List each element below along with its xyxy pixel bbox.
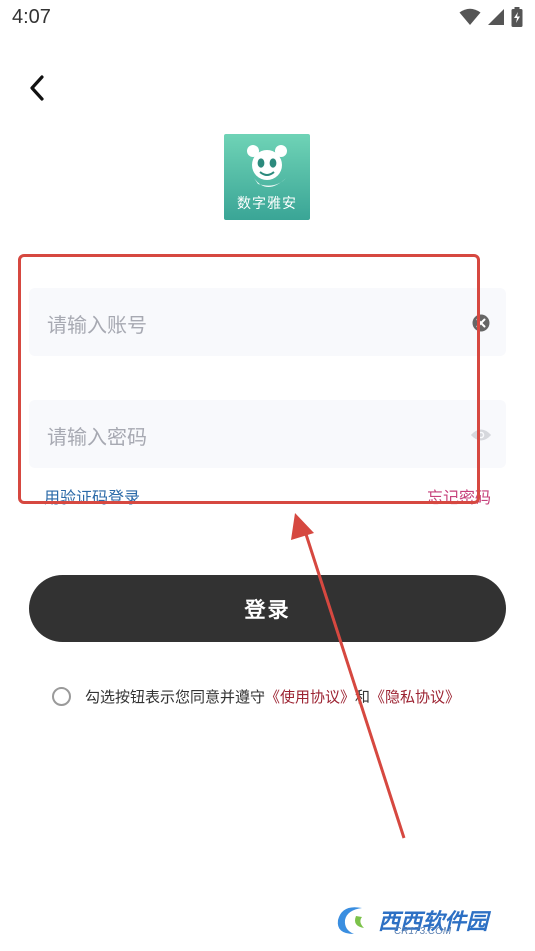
agree-radio[interactable] bbox=[52, 687, 71, 706]
agreement-conjunction: 和 bbox=[355, 688, 371, 706]
status-bar: 4:07 bbox=[0, 0, 535, 36]
password-input[interactable]: 请输入密码 bbox=[29, 400, 506, 468]
clear-icon[interactable] bbox=[470, 312, 492, 334]
watermark-logo-icon bbox=[332, 900, 376, 940]
account-placeholder: 请输入账号 bbox=[47, 313, 147, 337]
agreement-text: 勾选按钮表示您同意并遵守 bbox=[85, 688, 266, 706]
wifi-icon bbox=[459, 8, 481, 30]
agreement-row: 勾选按钮表示您同意并遵守 《使用协议》 和 《隐私协议》 bbox=[52, 686, 460, 707]
terms-link[interactable]: 《使用协议》 bbox=[265, 686, 355, 707]
sms-login-link[interactable]: 用验证码登录 bbox=[44, 484, 140, 508]
chevron-left-icon bbox=[29, 75, 45, 105]
watermark-sub: CR173.COM bbox=[394, 926, 452, 937]
status-time: 4:07 bbox=[12, 6, 51, 28]
forgot-password-link[interactable]: 忘记密码 bbox=[427, 484, 491, 508]
eye-icon[interactable] bbox=[470, 424, 492, 446]
app-logo: 数字雅安 bbox=[224, 134, 310, 220]
status-icons bbox=[459, 7, 523, 31]
logo-text: 数字雅安 bbox=[237, 196, 297, 212]
account-input[interactable]: 请输入账号 bbox=[29, 288, 506, 356]
login-button[interactable]: 登录 bbox=[29, 575, 506, 642]
password-placeholder: 请输入密码 bbox=[47, 425, 147, 449]
back-button[interactable] bbox=[18, 70, 56, 110]
watermark: 西西软件园 CR173.COM bbox=[332, 898, 488, 942]
battery-charging-icon bbox=[511, 7, 523, 31]
signal-icon bbox=[487, 8, 505, 30]
privacy-link[interactable]: 《隐私协议》 bbox=[370, 686, 460, 707]
